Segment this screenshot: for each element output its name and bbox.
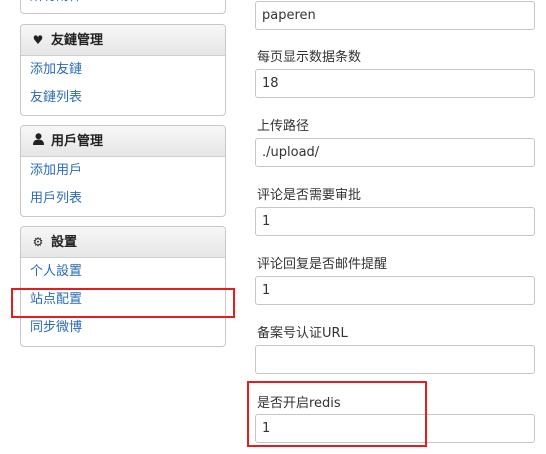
user-icon [31,126,45,156]
site-name-input[interactable]: paperen [255,1,535,30]
comment-approval-label: 评论是否需要审批 [257,188,362,203]
settings-panel-header: ⚙ 設置 [21,227,225,258]
upload-path-label: 上传路径 [257,119,310,134]
sidebar-item-all-attachments[interactable]: 所有附件 [21,0,225,10]
gear-icon: ⚙ [32,235,44,249]
attachments-panel: 所有附件 [20,0,226,14]
users-panel: 用戶管理 添加用戶 用戶列表 [20,125,226,217]
settings-panel: ⚙ 設置 个人設置 站点配置 同步微博 [20,226,226,347]
upload-path-input[interactable]: ./upload/ [255,138,535,167]
sidebar-item-sync-weibo[interactable]: 同步微博 [21,314,225,342]
comment-approval-input[interactable]: 1 [255,207,535,236]
sidebar-item-add-user[interactable]: 添加用戶 [21,157,225,185]
page-size-input[interactable]: 18 [255,69,535,98]
reply-email-label: 评论回复是否邮件提醒 [257,257,388,272]
redis-setting-highlight [247,381,427,447]
heart-icon: ♥ [32,33,44,47]
page-size-label: 每页显示数据条数 [257,50,362,65]
users-panel-header: 用戶管理 [21,126,225,157]
icp-url-input[interactable] [255,345,535,374]
site-config-highlight [11,288,235,318]
links-panel-header: ♥ 友鏈管理 [21,25,225,56]
sidebar-item-link-list[interactable]: 友鏈列表 [21,84,225,112]
sidebar-item-user-list[interactable]: 用戶列表 [21,185,225,213]
links-panel: ♥ 友鏈管理 添加友鏈 友鏈列表 [20,24,226,116]
sidebar-item-personal-settings[interactable]: 个人設置 [21,258,225,286]
settings-panel-title: 設置 [51,235,78,250]
users-panel-title: 用戶管理 [51,134,104,149]
links-panel-title: 友鏈管理 [51,33,104,48]
icp-url-label: 备案号认证URL [257,326,348,341]
sidebar-item-add-link[interactable]: 添加友鏈 [21,56,225,84]
reply-email-input[interactable]: 1 [255,276,535,305]
